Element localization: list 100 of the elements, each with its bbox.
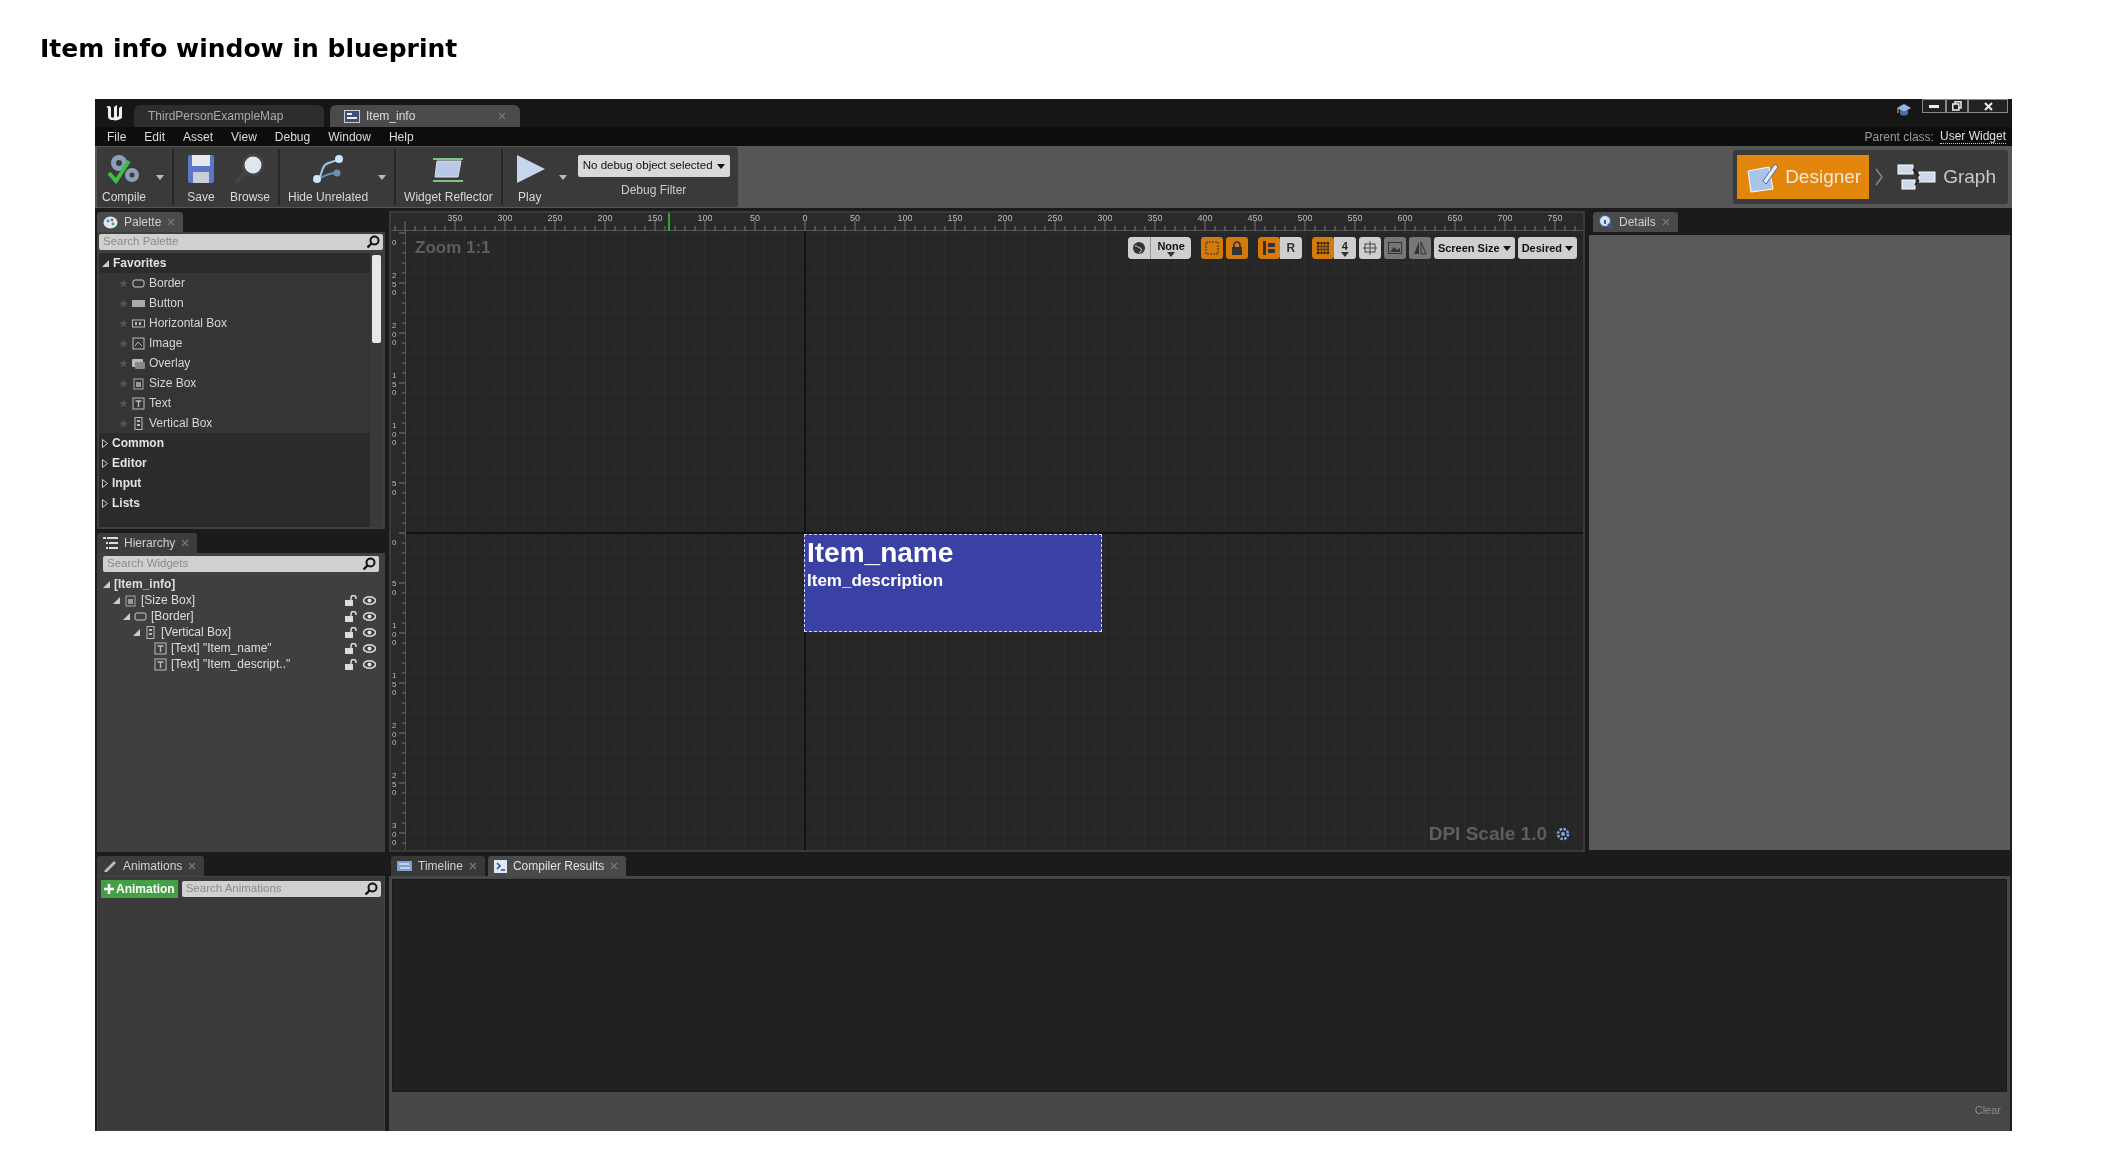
- hierarchy-row[interactable]: [Border]: [100, 607, 345, 625]
- transform-button[interactable]: [1358, 237, 1381, 259]
- image-button[interactable]: [1383, 237, 1406, 259]
- restore-button[interactable]: [1946, 99, 1968, 113]
- vertical-box-icon: [144, 625, 157, 639]
- palette-item[interactable]: Button: [99, 293, 370, 313]
- unlock-icon[interactable]: [345, 626, 357, 638]
- outline-icon: [1204, 241, 1219, 255]
- toolbar-button[interactable]: Compile: [97, 148, 151, 206]
- menu-item[interactable]: Window: [319, 127, 380, 146]
- palette-item[interactable]: Vertical Box: [99, 413, 370, 433]
- hierarchy-row[interactable]: [Text] "Item_name": [100, 639, 345, 657]
- hierarchy-row[interactable]: [Text] "Item_descript..": [100, 655, 345, 673]
- image-icon: [1387, 242, 1402, 254]
- eye-icon[interactable]: [363, 595, 376, 605]
- palette-item[interactable]: Overlay: [99, 353, 370, 373]
- hierarchy-row[interactable]: [Size Box]: [100, 591, 345, 609]
- palette-item[interactable]: Border: [99, 273, 370, 293]
- caret-icon: [156, 174, 164, 180]
- mode-tab[interactable]: Graph: [1889, 155, 2004, 199]
- border-icon: [134, 609, 147, 623]
- overlay-icon: [132, 356, 145, 370]
- parent-class-link[interactable]: User Widget: [1939, 129, 2006, 144]
- menu-item[interactable]: Help: [379, 127, 423, 146]
- close-icon[interactable]: [468, 862, 477, 870]
- ruler-label: 250: [392, 271, 398, 297]
- toolbar-button[interactable]: Widget Reflector: [399, 148, 498, 206]
- size-box-icon: [132, 376, 145, 390]
- eye-icon[interactable]: [363, 627, 376, 637]
- search-icon: [362, 557, 376, 571]
- close-button[interactable]: [1968, 99, 2008, 113]
- eye-icon[interactable]: [363, 643, 376, 653]
- document-tab[interactable]: ThirdPersonExampleMap: [134, 105, 324, 127]
- panel-tab[interactable]: Compiler Results: [487, 856, 627, 876]
- plus-icon: [104, 884, 114, 894]
- panel-tab[interactable]: Timeline: [391, 856, 485, 876]
- eye-icon[interactable]: [363, 659, 376, 669]
- caret-icon: [716, 163, 725, 169]
- search-icon: [366, 235, 380, 249]
- close-icon[interactable]: [188, 862, 197, 870]
- unlock-icon[interactable]: [345, 610, 357, 622]
- lock-icon: [1230, 241, 1243, 255]
- palette-item[interactable]: Image: [99, 333, 370, 353]
- toolbar-button[interactable]: Browse: [225, 148, 276, 206]
- toolbar-button[interactable]: Play: [505, 148, 554, 206]
- ruler-label: 0: [802, 214, 808, 223]
- minimize-button[interactable]: [1922, 99, 1946, 113]
- panel-tab[interactable]: Palette: [97, 212, 184, 232]
- category-row[interactable]: Common: [99, 433, 370, 453]
- category-row[interactable]: Favorites: [99, 253, 370, 273]
- menu-item[interactable]: Asset: [174, 127, 223, 146]
- outline-toggle[interactable]: [1200, 237, 1223, 259]
- menu-item[interactable]: File: [98, 127, 136, 146]
- ruler-label: 200: [597, 214, 613, 223]
- caret-icon: [1502, 245, 1511, 251]
- palette-item[interactable]: Text: [99, 393, 370, 413]
- ruler-label: 150: [392, 371, 398, 397]
- ruler-label: 200: [997, 214, 1013, 223]
- panel-tab[interactable]: Animations: [97, 856, 205, 876]
- unlock-icon[interactable]: [345, 642, 357, 654]
- hierarchy-row[interactable]: [Item_info]: [100, 575, 376, 593]
- debug-object-dropdown[interactable]: No debug object selected: [577, 155, 730, 177]
- border-icon: [132, 276, 145, 290]
- panel-tab[interactable]: Details: [1593, 212, 1678, 232]
- document-tab[interactable]: Item_info: [330, 105, 520, 127]
- toolbar-button[interactable]: Save: [177, 148, 225, 206]
- gear-icon[interactable]: [1555, 825, 1571, 842]
- item-widget[interactable]: Item_name Item_description: [804, 534, 1102, 632]
- menu-item[interactable]: Edit: [135, 127, 175, 146]
- category-row[interactable]: Input: [99, 473, 370, 493]
- unlock-icon[interactable]: [345, 594, 357, 606]
- palette-item[interactable]: Horizontal Box: [99, 313, 370, 333]
- grid-snap-toggle[interactable]: [1311, 237, 1334, 259]
- menu-item[interactable]: View: [222, 127, 266, 146]
- search-field[interactable]: Search Widgets: [103, 556, 379, 572]
- unlock-icon[interactable]: [345, 658, 357, 670]
- hierarchy-row[interactable]: [Vertical Box]: [100, 623, 345, 641]
- lock-toggle[interactable]: [1225, 237, 1248, 259]
- toolbar-button[interactable]: Hide Unrelated: [283, 148, 374, 206]
- scrollbar-thumb[interactable]: [372, 255, 381, 343]
- eye-icon[interactable]: [363, 611, 376, 621]
- text-icon: [154, 657, 167, 671]
- expanded-triangle-icon: [102, 259, 109, 267]
- ruler-label: 150: [392, 671, 398, 697]
- grid-size-dropdown[interactable]: 4: [1333, 237, 1356, 259]
- fill-mode-dropdown[interactable]: Desired: [1517, 237, 1577, 259]
- close-icon[interactable]: [181, 539, 190, 547]
- menu-item[interactable]: Debug: [265, 127, 320, 146]
- palette-item[interactable]: Size Box: [99, 373, 370, 393]
- respect-locks-toggle[interactable]: R: [1279, 237, 1302, 259]
- search-field[interactable]: Search Animations: [181, 880, 381, 897]
- flip-button[interactable]: [1408, 237, 1431, 259]
- panel-tab[interactable]: Hierarchy: [97, 533, 198, 553]
- category-row[interactable]: Lists: [99, 493, 370, 513]
- search-field[interactable]: Search Palette: [99, 234, 383, 250]
- pen-icon: [103, 860, 117, 872]
- screen-size-dropdown[interactable]: Screen Size: [1433, 237, 1515, 259]
- list-icon: [103, 537, 118, 549]
- snap-toggle[interactable]: [1257, 237, 1280, 259]
- category-row[interactable]: Editor: [99, 453, 370, 473]
